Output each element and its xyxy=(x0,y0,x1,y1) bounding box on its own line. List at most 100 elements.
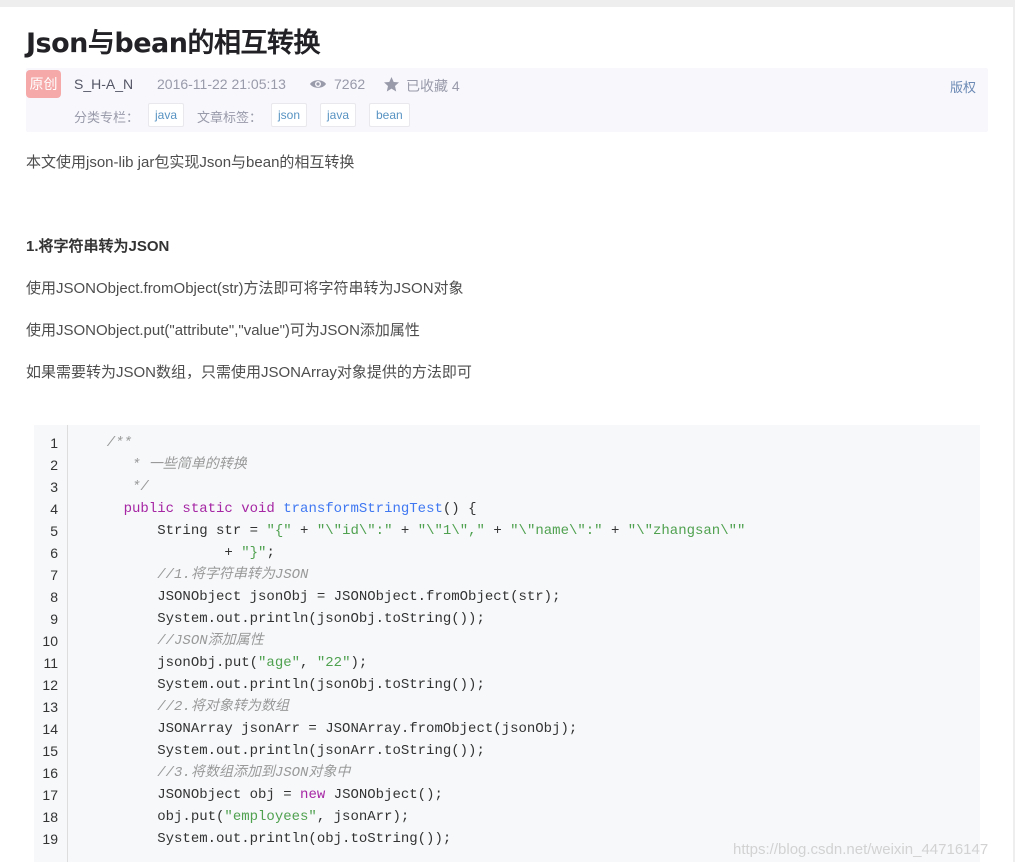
category-label: 分类专栏： xyxy=(74,110,140,125)
code-token: "employees" xyxy=(224,809,317,825)
original-badge: 原创 xyxy=(26,70,61,98)
code-token: () { xyxy=(442,501,477,517)
code-line: 2 * 一些简单的转换 xyxy=(34,454,980,476)
code-text: /** xyxy=(90,432,132,454)
code-token: jsonObj.put( xyxy=(90,655,259,671)
code-token: System.out.println(jsonArr.toString()); xyxy=(90,743,485,759)
code-line: 6 + "}"; xyxy=(34,542,980,564)
code-token: + xyxy=(392,523,418,539)
publish-date: 2016-11-22 21:05:13 xyxy=(157,76,286,92)
code-text: JSONObject obj = new JSONObject(); xyxy=(90,784,443,806)
code-token: + xyxy=(484,523,511,539)
code-block[interactable]: 1 /** 2 * 一些简单的转换 3 */4 public static void… xyxy=(34,425,980,862)
code-token: //2.将对象转为数组 xyxy=(90,699,289,715)
code-token: + xyxy=(291,523,317,539)
code-line: 8 JSONObject jsonObj = JSONObject.fromOb… xyxy=(34,586,980,608)
code-token: "\"id\":" xyxy=(316,523,393,539)
article-title: Json与bean的相互转换 xyxy=(26,28,320,59)
category-tag-java[interactable]: java xyxy=(148,103,185,127)
code-token: ); xyxy=(350,655,368,671)
code-text: jsonObj.put("age", "22"); xyxy=(90,652,367,674)
code-line: 18 obj.put("employees", jsonArr); xyxy=(34,806,980,828)
collect-count[interactable]: 已收藏 4 xyxy=(406,76,460,96)
section-heading: 1.将字符串转为JSON xyxy=(26,238,170,255)
line-number: 18 xyxy=(42,809,58,825)
code-text: System.out.println(obj.toString()); xyxy=(90,828,451,850)
line-number: 15 xyxy=(42,743,58,759)
code-line: 5 String str = "{" + "\"id\":" + "\"1\",… xyxy=(34,520,980,542)
code-line: 15 System.out.println(jsonArr.toString()… xyxy=(34,740,980,762)
code-text: * 一些简单的转换 xyxy=(90,454,247,476)
line-number: 3 xyxy=(50,479,58,495)
code-token: "\"name\":" xyxy=(510,523,603,539)
code-token: "22" xyxy=(316,655,351,671)
code-token: JSONObject(); xyxy=(325,787,443,803)
line-number: 8 xyxy=(50,589,58,605)
code-text: JSONObject jsonObj = JSONObject.fromObje… xyxy=(90,586,560,608)
code-token: String str = xyxy=(90,523,267,539)
star-collect-icon[interactable] xyxy=(383,76,400,93)
code-token: ; xyxy=(266,545,275,561)
code-line: 10 //JSON添加属性 xyxy=(34,630,980,652)
code-line: 1 /** xyxy=(34,432,980,454)
code-token: //JSON添加属性 xyxy=(90,633,264,649)
code-line: 12 System.out.println(jsonObj.toString()… xyxy=(34,674,980,696)
code-token: //1.将字符串转为JSON xyxy=(90,567,309,583)
code-token: + xyxy=(90,545,242,561)
line-number: 10 xyxy=(42,633,58,649)
code-token: //3.将数组添加到JSON对象中 xyxy=(90,765,351,781)
code-token: * 一些简单的转换 xyxy=(90,457,247,473)
code-text: JSONArray jsonArr = JSONArray.fromObject… xyxy=(90,718,577,740)
code-line: 7 //1.将字符串转为JSON xyxy=(34,564,980,586)
code-token: "{" xyxy=(266,523,292,539)
line-number: 9 xyxy=(50,611,58,627)
line-number: 12 xyxy=(42,677,58,693)
watermark: https://blog.csdn.net/weixin_44716147 xyxy=(733,841,989,858)
line-number: 1 xyxy=(50,435,58,451)
code-line: 9 System.out.println(jsonObj.toString())… xyxy=(34,608,980,630)
code-line: 17 JSONObject obj = new JSONObject(); xyxy=(34,784,980,806)
code-text: //2.将对象转为数组 xyxy=(90,696,289,718)
paragraph-put: 使用JSONObject.put("attribute","value")可为J… xyxy=(26,322,420,339)
author-link[interactable]: S_H-A_N xyxy=(74,76,133,92)
tag-java[interactable]: java xyxy=(320,103,357,127)
code-line: 3 */ xyxy=(34,476,980,498)
copyright-link[interactable]: 版权 xyxy=(950,77,976,96)
code-text: //JSON添加属性 xyxy=(90,630,264,652)
code-text: System.out.println(jsonArr.toString()); xyxy=(90,740,485,762)
code-token: System.out.println(obj.toString()); xyxy=(90,831,452,847)
line-number: 17 xyxy=(42,787,58,803)
article-meta-bar: 原创 S_H-A_N 2016-11-22 21:05:13 7262 已收藏 … xyxy=(26,68,988,132)
code-token: System.out.println(jsonObj.toString()); xyxy=(90,677,485,693)
code-lines: 1 /** 2 * 一些简单的转换 3 */4 public static void… xyxy=(34,432,980,850)
paragraph-fromobject: 使用JSONObject.fromObject(str)方法即可将字符串转为JS… xyxy=(26,280,464,297)
paragraph-jsonarray: 如果需要转为JSON数组，只需使用JSONArray对象提供的方法即可 xyxy=(26,364,472,381)
code-text: + "}"; xyxy=(90,542,275,564)
tag-json[interactable]: json xyxy=(271,103,308,127)
line-number: 2 xyxy=(50,457,58,473)
line-number: 19 xyxy=(42,831,58,847)
code-token: new xyxy=(300,787,326,803)
view-count: 7262 xyxy=(334,76,366,92)
code-text: System.out.println(jsonObj.toString()); xyxy=(90,674,485,696)
code-token: /** xyxy=(90,435,133,451)
line-number: 5 xyxy=(50,523,58,539)
code-text: public static void transformStringTest()… xyxy=(90,498,477,520)
code-line: 14 JSONArray jsonArr = JSONArray.fromObj… xyxy=(34,718,980,740)
code-token: JSONArray jsonArr = JSONArray.fromObject… xyxy=(90,721,578,737)
code-text: //1.将字符串转为JSON xyxy=(90,564,308,586)
eye-icon xyxy=(310,80,326,88)
tag-bean[interactable]: bean xyxy=(369,103,410,127)
code-token: "age" xyxy=(258,655,301,671)
code-token: obj.put( xyxy=(90,809,225,825)
tags-label: 文章标签： xyxy=(197,110,263,125)
intro-paragraph: 本文使用json-lib jar包实现Json与bean的相互转换 xyxy=(26,154,355,171)
code-token: JSONObject jsonObj = JSONObject.fromObje… xyxy=(90,589,561,605)
code-text: */ xyxy=(90,476,149,498)
code-line: 13 //2.将对象转为数组 xyxy=(34,696,980,718)
code-token: JSONObject obj = xyxy=(90,787,301,803)
code-token: public static void xyxy=(123,501,284,517)
code-line: 4 public static void transformStringTest… xyxy=(34,498,980,520)
code-token: transformStringTest xyxy=(283,501,443,517)
